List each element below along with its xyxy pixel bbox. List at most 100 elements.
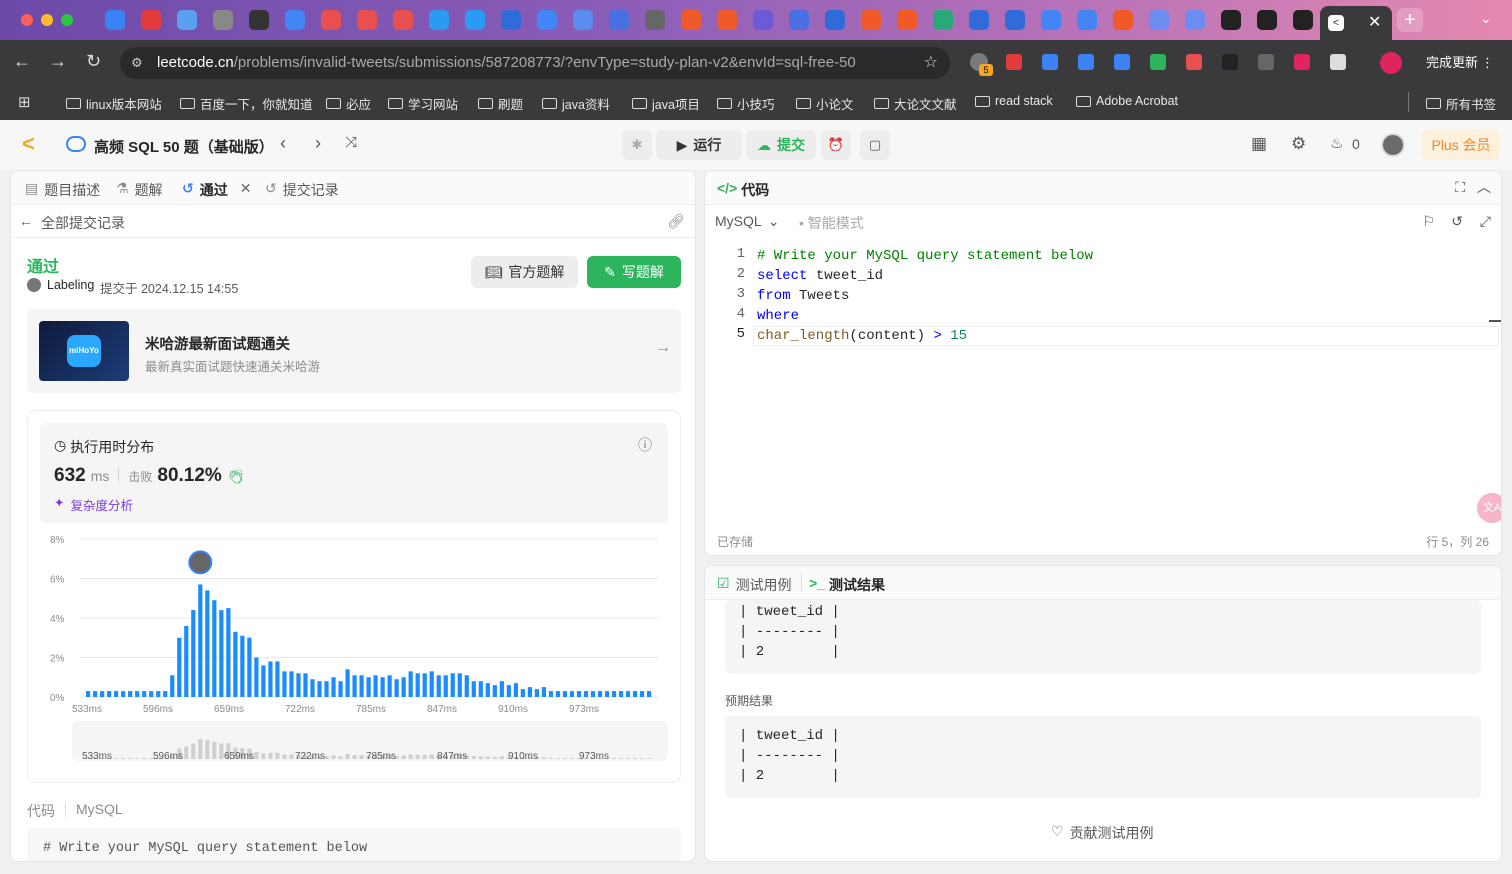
tab-favicon-icon[interactable]	[789, 10, 809, 30]
code-editor[interactable]: 1 2 3 4 5 # Write your MySQL query state…	[705, 246, 1501, 366]
fullscreen-icon[interactable]: ⛶	[1455, 179, 1465, 196]
reload-icon[interactable]: ↻	[86, 51, 101, 72]
bookmark-item[interactable]: 学习网站	[388, 94, 458, 113]
tab-favicon-icon[interactable]	[177, 10, 197, 30]
tab-favicon-icon[interactable]	[1221, 10, 1241, 30]
chevron-up-icon[interactable]: ︿	[1477, 177, 1491, 197]
smart-mode-toggle[interactable]: • 智能模式	[799, 213, 864, 233]
apps-grid-icon[interactable]: ⊞	[18, 93, 31, 111]
all-bookmarks[interactable]: 所有书签	[1426, 94, 1496, 113]
extension-icon[interactable]	[1078, 54, 1094, 70]
extension-icon[interactable]	[1006, 54, 1022, 70]
tab-accepted[interactable]: ↺ 通过 ✕	[182, 180, 251, 200]
url-bar[interactable]: ⚙ leetcode.cn/problems/invalid-tweets/su…	[120, 47, 950, 79]
bookmark-item[interactable]: java资料	[542, 94, 610, 113]
update-button[interactable]: 完成更新 ⋮	[1418, 48, 1502, 78]
maximize-window-button[interactable]	[61, 14, 73, 26]
bookmark-item[interactable]: 小技巧	[717, 94, 775, 113]
tab-favicon-icon[interactable]	[609, 10, 629, 30]
bookmark-item[interactable]: java项目	[632, 94, 700, 113]
fire-icon[interactable]: ♨	[1330, 134, 1343, 152]
tab-favicon-icon[interactable]	[213, 10, 233, 30]
user-avatar[interactable]	[1381, 133, 1405, 157]
minimize-window-button[interactable]	[41, 14, 53, 26]
tab-favicon-icon[interactable]	[753, 10, 773, 30]
extension-icon[interactable]	[1186, 54, 1202, 70]
tab-favicon-icon[interactable]	[1041, 10, 1061, 30]
alarm-button[interactable]: ⏰	[821, 130, 851, 160]
tab-description[interactable]: ▤ 题目描述	[25, 180, 100, 200]
tab-solutions[interactable]: ⚗ 题解	[116, 180, 163, 200]
official-solution-button[interactable]: 📖︎ 官方题解	[471, 256, 578, 288]
close-window-button[interactable]	[21, 14, 33, 26]
extension-icon[interactable]	[1330, 54, 1346, 70]
language-select[interactable]: MySQL ⌄	[715, 213, 779, 230]
link-icon[interactable]: 🔗︎	[667, 213, 685, 230]
tab-favicon-icon[interactable]	[933, 10, 953, 30]
back-to-submissions[interactable]: ← 全部提交记录	[19, 213, 125, 233]
tab-favicon-icon[interactable]	[429, 10, 449, 30]
tab-favicon-icon[interactable]	[321, 10, 341, 30]
tab-favicon-icon[interactable]	[717, 10, 737, 30]
tab-favicon-icon[interactable]	[249, 10, 269, 30]
tab-favicon-icon[interactable]	[393, 10, 413, 30]
tab-test-result[interactable]: >_ 测试结果	[809, 575, 885, 595]
bookmark-item[interactable]: 刷题	[478, 94, 523, 113]
info-icon[interactable]: ⓘ	[638, 435, 652, 455]
tab-favicon-icon[interactable]	[285, 10, 305, 30]
bookmark-item[interactable]: 小论文	[796, 94, 854, 113]
site-info-icon[interactable]: ⚙	[131, 47, 143, 79]
reset-icon[interactable]: ↺	[1451, 213, 1463, 230]
bookmark-item[interactable]: 必应	[326, 94, 371, 113]
tab-favicon-icon[interactable]	[1293, 10, 1313, 30]
settings-gear-icon[interactable]: ⚙	[1291, 134, 1306, 154]
contribute-testcase-button[interactable]: ♡ 贡献测试用例	[1051, 823, 1154, 843]
promo-card[interactable]: miHoYo 米哈游最新面试题通关 最新真实面试题快速通关米哈游 →	[27, 309, 681, 393]
tab-favicon-icon[interactable]	[861, 10, 881, 30]
tab-favicon-icon[interactable]	[1113, 10, 1133, 30]
study-plan-title[interactable]: 高频 SQL 50 题（基础版）	[94, 136, 274, 157]
tab-favicon-icon[interactable]	[105, 10, 125, 30]
bookmark-star-icon[interactable]: ☆	[924, 47, 938, 79]
tab-favicon-icon[interactable]	[141, 10, 161, 30]
submit-button[interactable]: ☁ 提交	[746, 130, 816, 160]
bookmark-icon[interactable]: ⚐	[1422, 213, 1435, 230]
extension-icon[interactable]	[1042, 54, 1058, 70]
submitter-name[interactable]: Labeling	[47, 278, 94, 292]
tab-testcase[interactable]: ☑ 测试用例	[717, 575, 792, 595]
extension-icon[interactable]	[1150, 54, 1166, 70]
shuffle-icon[interactable]: ⤨	[345, 134, 357, 151]
translate-icon[interactable]: 文A	[1477, 493, 1501, 523]
tab-close-icon[interactable]: ✕	[1368, 12, 1381, 32]
tab-favicon-icon[interactable]	[573, 10, 593, 30]
tab-list-icon[interactable]: ⌄	[1480, 10, 1492, 27]
tab-favicon-icon[interactable]	[1257, 10, 1277, 30]
tab-favicon-icon[interactable]	[1077, 10, 1097, 30]
complexity-analysis-link[interactable]: ✦ 复杂度分析	[54, 495, 133, 514]
tab-favicon-icon[interactable]	[537, 10, 557, 30]
tab-favicon-icon[interactable]	[897, 10, 917, 30]
write-solution-button[interactable]: ✎ 写题解	[587, 256, 681, 288]
tab-favicon-icon[interactable]	[465, 10, 485, 30]
tab-close-icon[interactable]: ✕	[240, 180, 252, 200]
debug-button[interactable]: ✱	[622, 130, 652, 160]
tab-favicon-icon[interactable]	[501, 10, 521, 30]
back-arrow-icon[interactable]: ←	[13, 51, 31, 72]
tab-favicon-icon[interactable]	[969, 10, 989, 30]
leetcode-logo-icon[interactable]: <	[22, 133, 35, 155]
bookmark-item[interactable]: linux版本网站	[66, 94, 162, 113]
tab-favicon-icon[interactable]	[825, 10, 845, 30]
prev-problem-icon[interactable]: ‹	[280, 133, 286, 154]
expand-icon[interactable]: ⤢	[1480, 213, 1491, 230]
forward-arrow-icon[interactable]: →	[49, 51, 67, 72]
active-tab[interactable]: < ✕	[1320, 6, 1392, 40]
runtime-distribution-chart[interactable]: 8% 6% 4% 2% 0% 533ms 596ms 659ms 722ms 785ms 847ms…	[28, 529, 668, 779]
bookmark-item[interactable]: 百度一下，你就知道	[180, 94, 313, 113]
bookmark-item[interactable]: Adobe Acrobat	[1076, 94, 1178, 108]
layout-icon[interactable]: ▦	[1251, 134, 1267, 154]
tab-favicon-icon[interactable]	[1005, 10, 1025, 30]
plus-member-button[interactable]: Plus 会员	[1422, 130, 1500, 160]
extension-icon[interactable]	[1114, 54, 1130, 70]
bookmark-item[interactable]: 大论文文献	[874, 94, 957, 113]
extension-icon[interactable]	[1222, 54, 1238, 70]
